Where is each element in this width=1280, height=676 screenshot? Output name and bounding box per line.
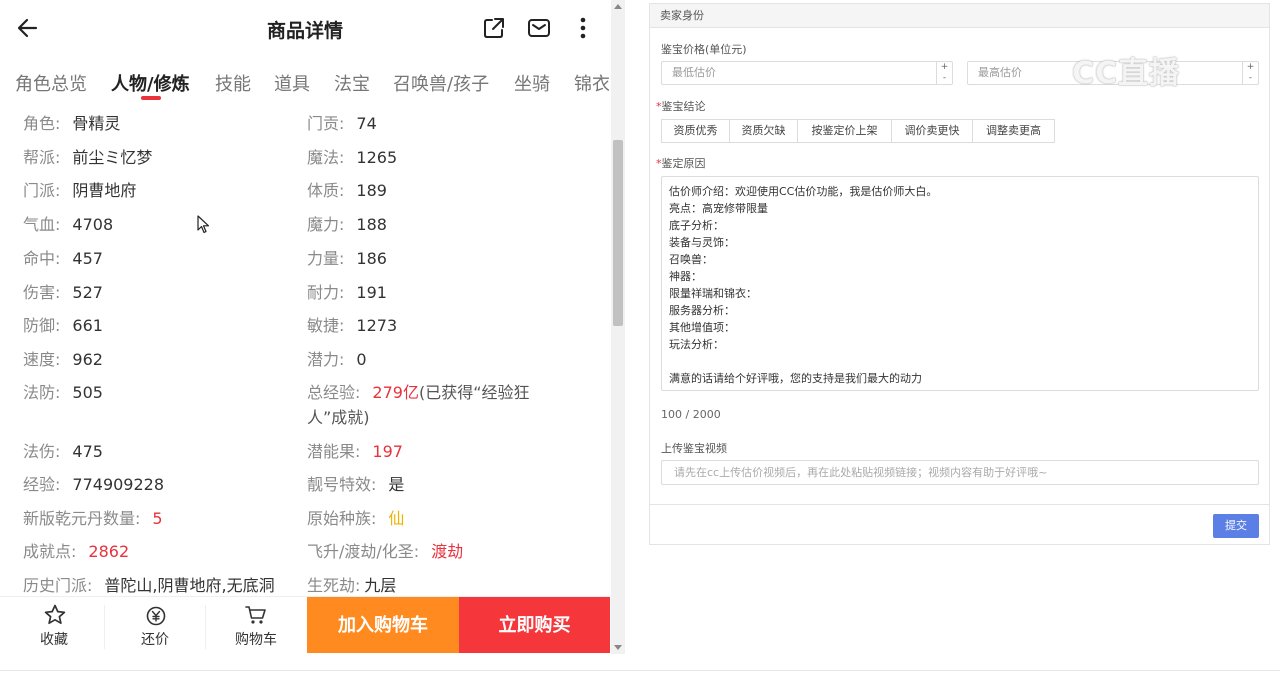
add-to-cart-button[interactable]: 加入购物车 (307, 597, 459, 653)
conclusion-option[interactable]: 资质欠缺 (729, 119, 798, 143)
price-label: 鉴宝价格(单位元) (661, 43, 747, 56)
attr-role: 角色: 骨精灵 (23, 114, 121, 133)
conclusion-option[interactable]: 调价卖更快 (891, 119, 973, 143)
reason-textarea[interactable]: 估价师介绍：欢迎使用CC估价功能，我是估价师大白。 亮点：高宠修带限量 底子分析… (661, 176, 1259, 391)
submit-button[interactable]: 提交 (1213, 514, 1259, 538)
attr-total-experience: 总经验: 279亿(已获得“经验狂 (307, 383, 530, 402)
attr-magic-damage: 法伤: 475 (23, 442, 103, 461)
attr-contribution: 门贡: 74 (307, 114, 377, 133)
attr-endurance: 耐力: 191 (307, 283, 387, 302)
scrollbar[interactable] (611, 0, 625, 654)
yen-coin-icon (146, 606, 166, 626)
favorite-label: 收藏 (40, 632, 68, 648)
conclusion-label: *鉴宝结论 (656, 100, 706, 113)
tab-mounts[interactable]: 坐骑 (514, 70, 550, 96)
star-icon (44, 604, 66, 625)
attr-potential-fruit: 潜能果: 197 (307, 442, 403, 461)
shopping-cart-button[interactable]: 购物车 (206, 597, 306, 653)
attr-original-race: 原始种族: 仙 (307, 509, 405, 528)
attr-speed: 速度: 962 (23, 350, 103, 369)
top-bar: 商品详情 (0, 0, 610, 56)
tab-summons-children[interactable]: 召唤兽/孩子 (393, 70, 489, 96)
conclusion-option[interactable]: 按鉴定价上架 (797, 119, 892, 143)
active-tab-indicator (141, 96, 161, 100)
attr-ascension: 飞升/渡劫/化圣: 渡劫 (307, 542, 464, 561)
attr-achievement-points: 成就点: 2862 (23, 542, 130, 561)
attr-school: 门派: 阴曹地府 (23, 181, 137, 200)
attr-history-schools: 历史门派: 普陀山,阴曹地府,无底洞 (23, 576, 275, 595)
share-icon[interactable] (482, 16, 506, 40)
buy-now-button[interactable]: 立即购买 (459, 597, 610, 653)
attr-potential: 潜力: 0 (307, 350, 367, 369)
attr-qianyuan-count: 新版乾元丹数量: 5 (23, 509, 163, 528)
min-price-stepper[interactable]: + - (936, 62, 952, 84)
attr-defense: 防御: 661 (23, 316, 103, 335)
tab-items[interactable]: 道具 (274, 70, 310, 96)
attr-strength: 力量: 186 (307, 249, 387, 268)
scroll-thumb[interactable] (613, 140, 623, 326)
video-label: 上传鉴宝视频 (661, 442, 727, 455)
more-icon[interactable] (571, 16, 595, 40)
favorite-button[interactable]: 收藏 (4, 597, 104, 653)
attr-life-death-trial: 生死劫: 九层 (307, 576, 397, 595)
bargain-label: 还价 (141, 632, 169, 648)
message-icon[interactable] (527, 16, 551, 40)
attr-constitution: 体质: 189 (307, 181, 387, 200)
attr-magic-defense: 法防: 505 (23, 383, 103, 402)
video-link-input[interactable]: 请先在cc上传估价视频后，再在此处粘贴视频链接；视频内容有助于好评哦~ (661, 460, 1259, 485)
attr-accuracy: 命中: 457 (23, 249, 103, 268)
attr-agility: 敏捷: 1273 (307, 316, 398, 335)
attr-hp: 气血: 4708 (23, 215, 114, 234)
scroll-down-arrow-icon[interactable] (614, 645, 622, 650)
scroll-up-arrow-icon[interactable] (614, 4, 622, 9)
tab-costumes[interactable]: 锦衣 (574, 70, 610, 96)
attr-magic-power: 魔力: 188 (307, 215, 387, 234)
max-price-stepper[interactable]: + - (1242, 62, 1258, 84)
bottom-action-bar: 收藏 还价 购物车 加入购物车 立即购买 (0, 596, 610, 653)
tab-skills[interactable]: 技能 (215, 70, 251, 96)
attr-guild: 帮派: 前尘ミ忆梦 (23, 148, 153, 167)
cart-icon (245, 606, 266, 624)
watermark: CC直播 (1072, 56, 1181, 91)
min-price-input[interactable]: 最低估价 + - (661, 61, 953, 85)
char-counter: 100 / 2000 (661, 408, 721, 421)
tab-magic-weapons[interactable]: 法宝 (334, 70, 370, 96)
attr-experience: 经验: 774909228 (23, 475, 165, 494)
cart-label: 购物车 (235, 632, 277, 648)
attr-vanity-effect: 靓号特效: 是 (307, 475, 405, 494)
tab-character-cultivation[interactable]: 人物/修炼 (111, 70, 190, 96)
divider (0, 670, 1280, 671)
form-footer: 提交 (650, 504, 1269, 544)
attr-total-experience-note: 人”成就) (307, 408, 370, 427)
conclusion-option[interactable]: 调整卖更高 (972, 119, 1055, 143)
page-title: 商品详情 (266, 20, 343, 42)
min-price-placeholder: 最低估价 (672, 66, 716, 79)
mouse-cursor-icon (197, 215, 210, 234)
attr-damage: 伤害: 527 (23, 283, 103, 302)
reason-label: *鉴定原因 (656, 157, 706, 170)
product-detail-panel: 商品详情 角色总览 人物/修炼 技能 道具 法宝 召唤兽/孩子 坐骑 锦衣 角色… (0, 0, 625, 676)
tab-overview[interactable]: 角色总览 (15, 70, 87, 96)
conclusion-option[interactable]: 资质优秀 (661, 119, 730, 143)
category-tabs: 角色总览 人物/修炼 技能 道具 法宝 召唤兽/孩子 坐骑 锦衣 (0, 62, 610, 106)
attr-mana: 魔法: 1265 (307, 148, 398, 167)
bargain-button[interactable]: 还价 (105, 597, 205, 653)
panel-title: 卖家身份 (650, 4, 1269, 28)
max-price-placeholder: 最高估价 (978, 66, 1022, 79)
